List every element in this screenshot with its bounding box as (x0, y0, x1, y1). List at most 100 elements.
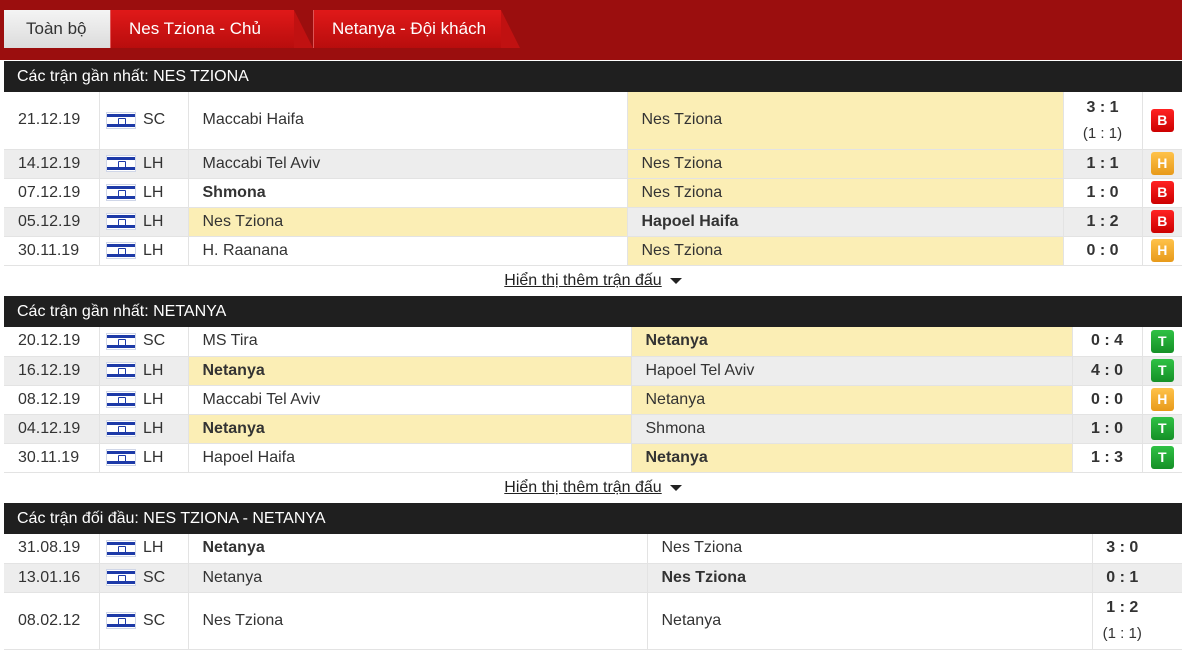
competition: LH (143, 534, 189, 564)
caret-down-icon[interactable] (669, 484, 682, 491)
home-team[interactable]: Netanya (188, 563, 648, 593)
match-score[interactable]: 0 : 0 (1063, 236, 1143, 266)
away-team[interactable]: Nes Tziona (647, 563, 1093, 593)
score-halftime: (1 : 1) (1102, 625, 1142, 642)
match-row[interactable]: 30.11.19 LH Hapoel Haifa Netanya 1 : 3 T (4, 443, 1182, 473)
home-team[interactable]: Maccabi Tel Aviv (188, 385, 632, 415)
match-row[interactable]: 05.12.19 LH Nes Tziona Hapoel Haifa 1 : … (4, 207, 1182, 237)
away-team[interactable]: Nes Tziona (627, 92, 1064, 150)
result-badge-win: T (1150, 417, 1174, 440)
match-date: 08.02.12 (4, 592, 100, 650)
away-team[interactable]: Netanya (631, 327, 1073, 357)
match-row[interactable]: 30.11.19 LH H. Raanana Nes Tziona 0 : 0 … (4, 236, 1182, 266)
home-team[interactable]: Nes Tziona (188, 592, 648, 650)
match-row[interactable]: 13.01.16 SC Netanya Nes Tziona 0 : 1 (4, 563, 1182, 593)
tab-away-team[interactable]: Netanya - Đội khách (313, 10, 520, 48)
home-team[interactable]: Maccabi Tel Aviv (188, 149, 628, 179)
match-date: 30.11.19 (4, 236, 100, 266)
match-score[interactable]: 4 : 0 (1072, 356, 1143, 386)
away-team[interactable]: Netanya (647, 592, 1093, 650)
match-score[interactable]: 0 : 1 (1092, 563, 1152, 593)
away-team[interactable]: Nes Tziona (627, 149, 1064, 179)
result-badge-win: T (1150, 329, 1174, 353)
match-row[interactable]: 20.12.19 SC MS Tira Netanya 0 : 4 T (4, 327, 1182, 357)
flag-israel-icon (99, 236, 143, 266)
away-team[interactable]: Netanya (631, 385, 1073, 415)
match-score[interactable]: 1 : 1 (1063, 149, 1143, 179)
flag-israel-icon (99, 414, 143, 444)
score-full: 3 : 1 (1086, 98, 1119, 116)
home-team[interactable]: Shmona (188, 178, 628, 208)
flag-israel-icon (99, 534, 143, 564)
match-row[interactable]: 31.08.19 LH Netanya Nes Tziona 3 : 0 (4, 534, 1182, 564)
show-more-row: Hiển thị thêm trận đấu (4, 267, 1182, 295)
match-score[interactable]: 1 : 0 (1063, 178, 1143, 208)
match-score[interactable]: 3 : 0 (1092, 534, 1152, 564)
match-score[interactable]: 1 : 2 (1063, 207, 1143, 237)
match-date: 31.08.19 (4, 534, 100, 564)
home-team[interactable]: H. Raanana (188, 236, 628, 266)
match-date: 08.12.19 (4, 385, 100, 415)
section-header-away-recent: Các trận gần nhất: NETANYA (4, 296, 1182, 327)
match-score[interactable]: 1 : 3 (1072, 443, 1143, 473)
flag-israel-icon (99, 178, 143, 208)
away-team[interactable]: Nes Tziona (627, 178, 1064, 208)
result-badge-draw: H (1150, 388, 1174, 411)
match-score[interactable]: 0 : 0 (1072, 385, 1143, 415)
flag-israel-icon (99, 327, 143, 357)
home-team[interactable]: Netanya (188, 356, 632, 386)
away-team[interactable]: Hapoel Haifa (627, 207, 1064, 237)
match-row[interactable]: 16.12.19 LH Netanya Hapoel Tel Aviv 4 : … (4, 356, 1182, 386)
away-team[interactable]: Nes Tziona (647, 534, 1093, 564)
competition: LH (143, 236, 189, 266)
flag-israel-icon (99, 563, 143, 593)
home-team[interactable]: Hapoel Haifa (188, 443, 632, 473)
match-score[interactable]: 0 : 4 (1072, 327, 1143, 357)
match-date: 14.12.19 (4, 149, 100, 179)
competition: LH (143, 443, 189, 473)
match-row[interactable]: 14.12.19 LH Maccabi Tel Aviv Nes Tziona … (4, 149, 1182, 179)
home-team[interactable]: Netanya (188, 534, 648, 564)
show-more-link[interactable]: Hiển thị thêm trận đấu (504, 272, 661, 289)
away-team[interactable]: Nes Tziona (627, 236, 1064, 266)
match-date: 04.12.19 (4, 414, 100, 444)
competition: LH (143, 385, 189, 415)
home-team[interactable]: Nes Tziona (188, 207, 628, 237)
tab-home-team[interactable]: Nes Tziona - Chủ nhà (110, 10, 313, 76)
match-row[interactable]: 08.02.12 SC Nes Tziona Netanya 1 : 2 (1 :… (4, 592, 1182, 650)
match-row[interactable]: 21.12.19 SC Maccabi Haifa Nes Tziona 3 :… (4, 92, 1182, 150)
competition: LH (143, 149, 189, 179)
match-row[interactable]: 07.12.19 LH Shmona Nes Tziona 1 : 0 B (4, 178, 1182, 208)
show-more-link[interactable]: Hiển thị thêm trận đấu (504, 479, 661, 496)
competition: LH (143, 356, 189, 386)
match-date: 30.11.19 (4, 443, 100, 473)
match-score[interactable]: 1 : 2 (1 : 1) (1092, 592, 1152, 650)
match-score[interactable]: 3 : 1 (1 : 1) (1063, 92, 1143, 150)
competition: LH (143, 178, 189, 208)
home-team[interactable]: MS Tira (188, 327, 632, 357)
competition: SC (143, 92, 189, 150)
flag-israel-icon (99, 207, 143, 237)
match-row[interactable]: 04.12.19 LH Netanya Shmona 1 : 0 T (4, 414, 1182, 444)
section-header-home-recent: Các trận gần nhất: NES TZIONA (4, 61, 1182, 92)
competition: LH (143, 207, 189, 237)
flag-israel-icon (99, 385, 143, 415)
match-score[interactable]: 1 : 0 (1072, 414, 1143, 444)
flag-israel-icon (99, 443, 143, 473)
match-row[interactable]: 08.12.19 LH Maccabi Tel Aviv Netanya 0 :… (4, 385, 1182, 415)
match-date: 05.12.19 (4, 207, 100, 237)
competition: LH (143, 414, 189, 444)
result-badge-draw: H (1150, 239, 1174, 262)
flag-israel-icon (99, 92, 143, 150)
home-team[interactable]: Netanya (188, 414, 632, 444)
tab-all[interactable]: Toàn bộ (4, 10, 112, 48)
away-team[interactable]: Shmona (631, 414, 1073, 444)
away-team[interactable]: Netanya (631, 443, 1073, 473)
show-more-row: Hiển thị thêm trận đấu (4, 474, 1182, 502)
result-badge-loss: B (1150, 181, 1174, 204)
home-team[interactable]: Maccabi Haifa (188, 92, 628, 150)
match-date: 20.12.19 (4, 327, 100, 357)
caret-down-icon[interactable] (669, 277, 682, 284)
competition: SC (143, 327, 189, 357)
away-team[interactable]: Hapoel Tel Aviv (631, 356, 1073, 386)
